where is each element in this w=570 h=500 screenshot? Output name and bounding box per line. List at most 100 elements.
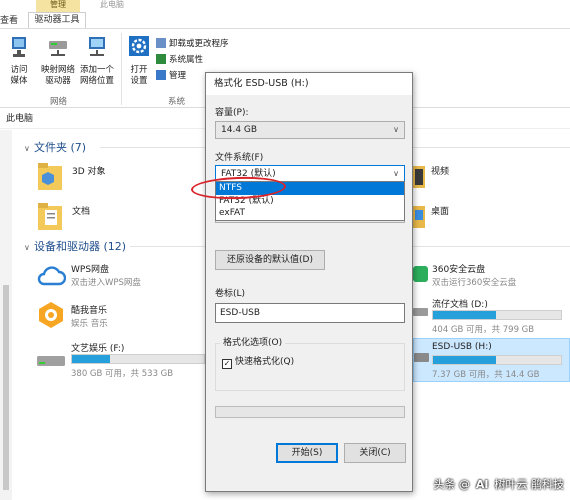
device-item[interactable]: 360安全云盘 双击运行360安全云盘 xyxy=(413,260,570,294)
drive-usage-fill xyxy=(72,355,111,363)
network-location-icon xyxy=(89,37,105,56)
device-name: 酷我音乐 xyxy=(71,306,108,316)
open-settings-button[interactable]: 打开设置 xyxy=(124,35,154,87)
drive-usage-fill xyxy=(433,311,496,319)
system-properties-button[interactable]: 系统属性 xyxy=(156,53,203,67)
group-divider xyxy=(121,33,122,105)
device-item[interactable]: 酷我音乐 娱乐 音乐 xyxy=(36,300,196,334)
folders-section-header[interactable]: ∨ 文件夹 (7) xyxy=(24,139,86,155)
drive-usage-fill xyxy=(433,356,496,364)
uninstall-label: 卸载或更改程序 xyxy=(169,39,229,49)
access-media-button[interactable]: 访问媒体 xyxy=(2,35,36,87)
chevron-down-icon: ∨ xyxy=(24,243,30,252)
format-progress-bar xyxy=(215,406,405,418)
map-network-drive-button[interactable]: 映射网络驱动器 xyxy=(38,35,78,87)
uninstall-program-button[interactable]: 卸载或更改程序 xyxy=(156,37,229,51)
devices-section-header[interactable]: ∨ 设备和驱动器 (12) xyxy=(24,238,126,254)
wps-cloud-icon xyxy=(37,266,66,286)
folder-name: 视频 xyxy=(431,167,450,177)
tab-drive-tools[interactable]: 驱动器工具 xyxy=(28,12,86,28)
chevron-down-icon: ∨ xyxy=(393,169,399,178)
documents-folder-icon xyxy=(38,203,62,230)
device-name: 360安全云盘 xyxy=(432,265,486,275)
navigation-scrollbar[interactable] xyxy=(0,130,12,500)
network-drive-icon xyxy=(49,41,67,56)
drive-item-h[interactable]: ESD-USB (H:) 7.37 GB 可用，共 14.4 GB xyxy=(413,338,570,382)
watermark-brand: 树叶云 xyxy=(494,478,528,491)
tab-manage-context[interactable]: 管理 xyxy=(36,0,80,12)
watermark-suffix: 鹃科技 xyxy=(531,478,564,491)
volume-label-input[interactable]: ESD-USB xyxy=(215,303,405,323)
scrollbar-thumb[interactable] xyxy=(3,285,9,490)
system-properties-icon xyxy=(156,54,166,64)
folder-item[interactable]: 3D 对象 xyxy=(36,160,196,196)
system-properties-label: 系统属性 xyxy=(169,55,204,65)
drive-name: 流仔文档 (D:) xyxy=(432,300,488,310)
checkbox-checked-icon: ✓ xyxy=(222,359,232,369)
quick-format-label: 快速格式化(Q) xyxy=(235,357,295,367)
uninstall-icon xyxy=(156,38,166,48)
video-folder-icon xyxy=(413,166,425,188)
filesystem-option-exfat[interactable]: exFAT xyxy=(216,207,404,220)
quick-format-checkbox[interactable]: ✓ 快速格式化(Q) xyxy=(222,354,294,369)
chevron-down-icon: ∨ xyxy=(393,125,399,134)
drive-item-f[interactable]: 文艺娱乐 (F:) 380 GB 可用，共 533 GB xyxy=(36,340,205,380)
dialog-title: 格式化 ESD-USB (H:) xyxy=(206,73,412,95)
chevron-down-icon: ∨ xyxy=(24,144,30,153)
capacity-select[interactable]: 14.4 GB ∨ xyxy=(215,121,405,139)
media-icon xyxy=(12,37,26,57)
folder-item[interactable]: 视频 xyxy=(413,160,563,196)
360-cloud-icon xyxy=(413,266,428,282)
add-network-location-label: 添加一个网络位置 xyxy=(79,65,114,86)
add-network-location-button[interactable]: 添加一个网络位置 xyxy=(78,35,116,87)
ribbon-tabs: 管理 此电脑 查看 驱动器工具 xyxy=(0,0,570,28)
drive-usage-bar xyxy=(71,354,205,364)
drive-name: ESD-USB (H:) xyxy=(432,342,492,352)
manage-button[interactable]: 管理 xyxy=(156,69,186,83)
devices-header-label: 设备和驱动器 (12) xyxy=(34,240,127,253)
map-network-drive-label: 映射网络驱动器 xyxy=(40,65,75,86)
watermark-logo: AI xyxy=(472,477,492,492)
capacity-label: 容量(P): xyxy=(215,108,249,118)
format-dialog: 格式化 ESD-USB (H:) 容量(P): 14.4 GB ∨ 文件系统(F… xyxy=(205,72,413,492)
volume-label-label: 卷标(L) xyxy=(215,289,246,299)
restore-defaults-button[interactable]: 还原设备的默认值(D) xyxy=(215,250,325,270)
drive-usage-bar xyxy=(432,310,562,320)
drive-usage-bar xyxy=(432,355,562,365)
drive-free-space: 7.37 GB 可用，共 14.4 GB xyxy=(432,370,540,380)
watermark-prefix: 头条 @ xyxy=(433,478,470,491)
drive-name: 文艺娱乐 (F:) xyxy=(71,344,125,354)
section-divider xyxy=(413,246,570,247)
desktop-folder-icon xyxy=(413,206,425,228)
drive-icon xyxy=(37,356,65,366)
drive-item-d[interactable]: 流仔文档 (D:) 404 GB 可用，共 799 GB xyxy=(413,296,570,336)
section-divider xyxy=(100,147,205,148)
gear-icon xyxy=(129,36,149,56)
drive-free-space: 380 GB 可用，共 533 GB xyxy=(71,369,174,379)
device-subtitle: 双击进入WPS网盘 xyxy=(71,278,141,288)
capacity-value: 14.4 GB xyxy=(221,125,258,135)
access-media-label: 访问媒体 xyxy=(10,65,28,86)
close-button[interactable]: 关闭(C) xyxy=(344,443,406,463)
kuwo-music-icon xyxy=(39,302,63,328)
folder-name: 桌面 xyxy=(431,207,450,217)
manage-label: 管理 xyxy=(169,71,187,81)
usb-drive-icon xyxy=(414,353,429,362)
section-divider xyxy=(130,246,205,247)
folder-item[interactable]: 桌面 xyxy=(413,200,563,236)
network-group-label: 网络 xyxy=(50,97,68,107)
tab-view[interactable]: 查看 xyxy=(0,14,18,28)
section-divider xyxy=(413,147,570,148)
drive-icon xyxy=(413,308,428,316)
device-item[interactable]: WPS网盘 双击进入WPS网盘 xyxy=(36,260,196,294)
watermark: 头条 @ AI 树叶云 鹃科技 xyxy=(433,476,564,492)
drive-free-space: 404 GB 可用，共 799 GB xyxy=(432,325,535,335)
start-button[interactable]: 开始(S) xyxy=(276,443,338,463)
manage-icon xyxy=(156,70,166,80)
folder-item[interactable]: 文档 xyxy=(36,200,196,236)
device-subtitle: 娱乐 音乐 xyxy=(71,319,108,329)
system-group-label: 系统 xyxy=(168,97,186,107)
format-options-label: 格式化选项(O) xyxy=(220,335,286,348)
folders-header-label: 文件夹 (7) xyxy=(34,141,87,154)
device-name: WPS网盘 xyxy=(71,265,110,275)
